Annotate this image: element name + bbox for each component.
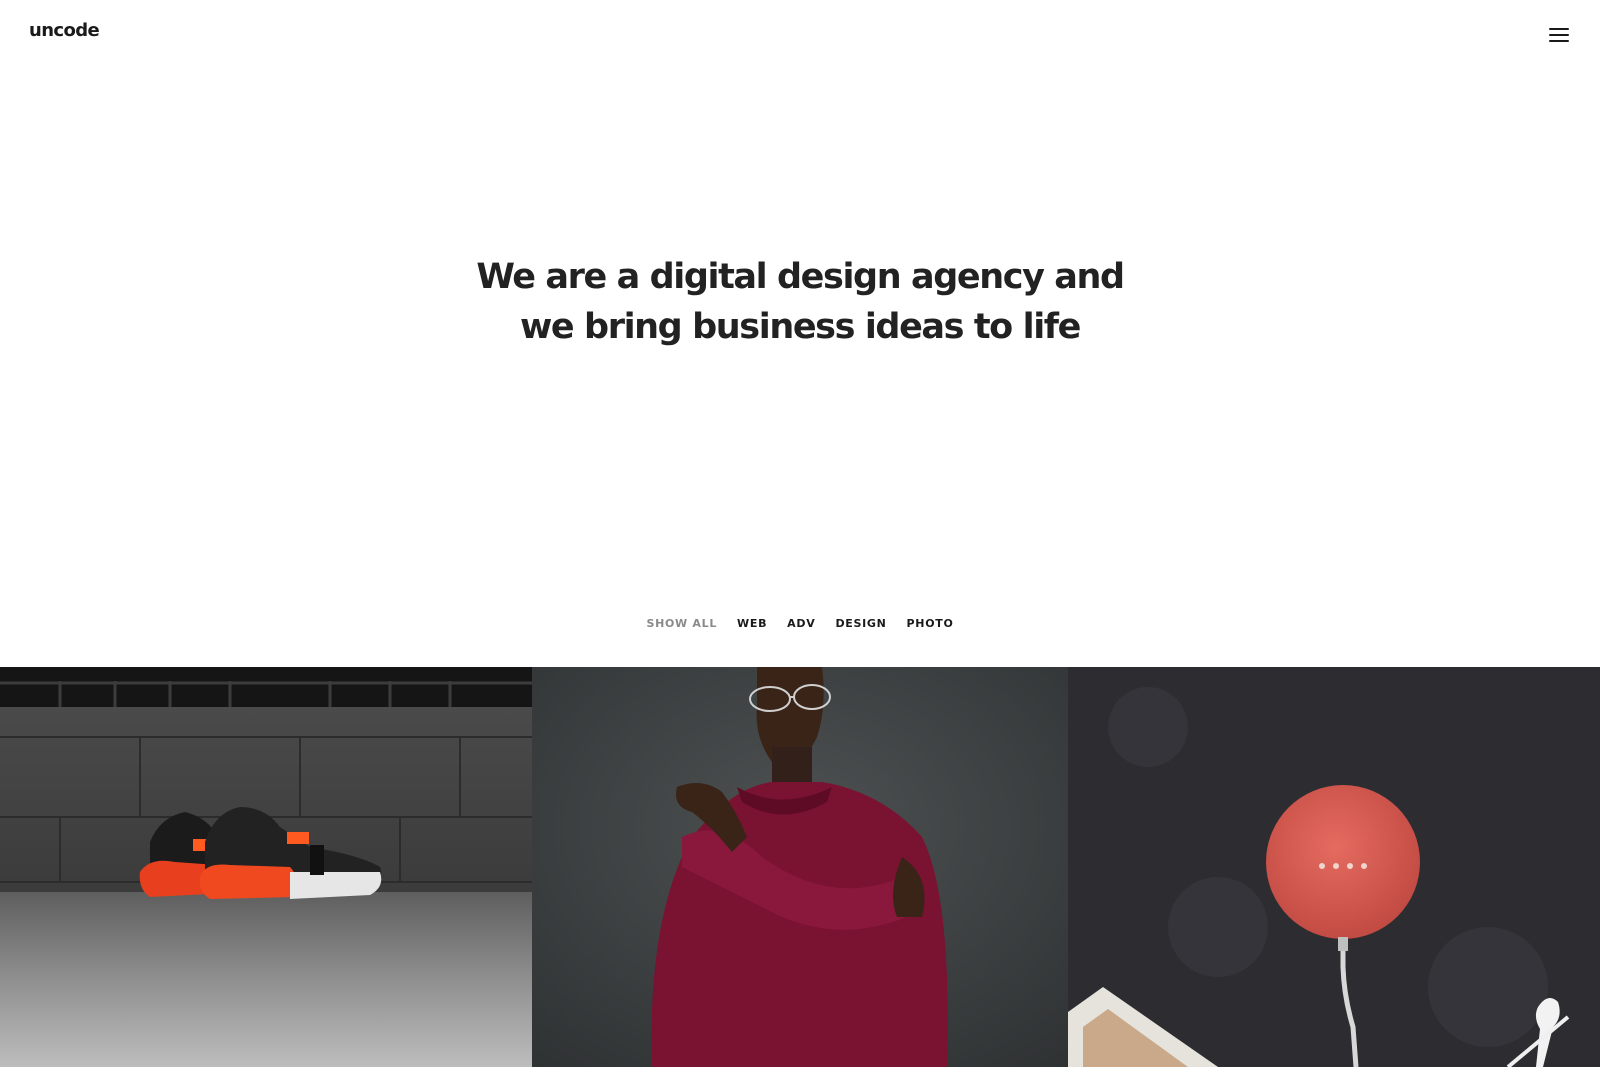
logo[interactable]: uncode bbox=[29, 20, 100, 41]
menu-line bbox=[1549, 34, 1569, 36]
smart-speaker-photo bbox=[1068, 667, 1600, 1067]
site-header: uncode bbox=[0, 0, 1600, 68]
man-in-sweater-photo bbox=[532, 667, 1068, 1067]
portfolio-filter-nav: SHOW ALL WEB ADV DESIGN PHOTO bbox=[0, 616, 1600, 632]
portfolio-grid bbox=[0, 667, 1600, 1067]
hero-heading-line2: we bring business ideas to life bbox=[520, 307, 1081, 347]
filter-adv[interactable]: ADV bbox=[777, 616, 825, 632]
menu-line bbox=[1549, 28, 1569, 30]
filter-photo[interactable]: PHOTO bbox=[897, 616, 964, 632]
filter-web[interactable]: WEB bbox=[727, 616, 777, 632]
sneakers-photo bbox=[0, 667, 532, 1067]
menu-line bbox=[1549, 40, 1569, 42]
filter-design[interactable]: DESIGN bbox=[825, 616, 896, 632]
hamburger-menu-icon[interactable] bbox=[1549, 26, 1571, 42]
hero-heading-line1: We are a digital design agency and bbox=[476, 257, 1125, 297]
filter-show-all[interactable]: SHOW ALL bbox=[636, 616, 727, 632]
hero-heading: We are a digital design agency and we br… bbox=[0, 252, 1600, 352]
portfolio-item-sneakers[interactable] bbox=[0, 667, 532, 1067]
hero-section: We are a digital design agency and we br… bbox=[0, 252, 1600, 352]
portfolio-item-smart-speaker[interactable] bbox=[1068, 667, 1600, 1067]
portfolio-item-man-in-sweater[interactable] bbox=[532, 667, 1068, 1067]
